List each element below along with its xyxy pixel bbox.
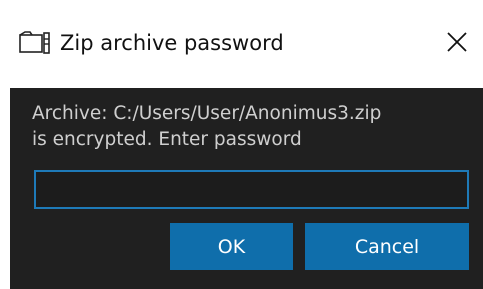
dialog-title: Zip archive password <box>60 31 284 55</box>
cancel-button[interactable]: Cancel <box>305 223 469 270</box>
password-dialog: Zip archive password Archive: C:/Users/U… <box>0 0 483 289</box>
ok-button[interactable]: OK <box>170 223 293 270</box>
message-line-archive: Archive: C:/Users/User/Anonimus3.zip <box>32 103 382 124</box>
dialog-body: Archive: C:/Users/User/Anonimus3.zip is … <box>10 88 483 289</box>
password-input[interactable] <box>34 170 469 209</box>
message-line-encrypted: is encrypted. Enter password <box>32 129 302 150</box>
dialog-message: Archive: C:/Users/User/Anonimus3.zip is … <box>32 101 477 153</box>
close-icon <box>446 31 468 57</box>
close-button[interactable] <box>437 24 477 64</box>
archive-icon <box>18 30 52 56</box>
title-bar: Zip archive password <box>0 0 483 88</box>
